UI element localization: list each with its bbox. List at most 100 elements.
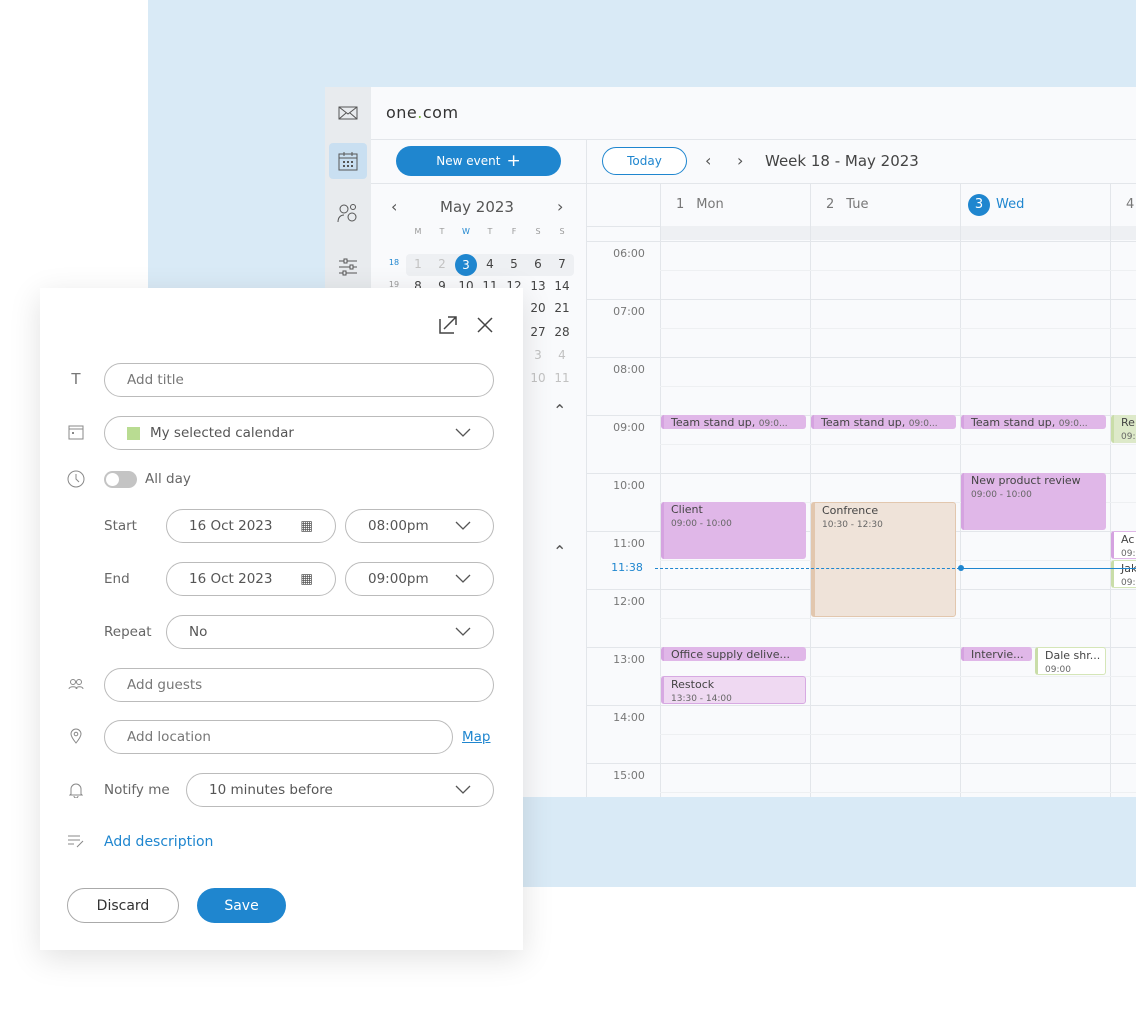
mini-calendar-day[interactable]: 3 — [526, 348, 550, 362]
event-title: New product review — [971, 474, 1081, 487]
current-time-line — [960, 567, 1136, 569]
mail-icon[interactable] — [329, 95, 367, 131]
repeat-select[interactable]: No — [166, 615, 494, 649]
mini-calendar-day[interactable]: 10 — [526, 371, 550, 385]
event-title: Team stand up, — [671, 416, 756, 429]
hour-label: 14:00 — [613, 711, 645, 724]
day-header[interactable]: 4 — [1126, 197, 1136, 212]
chevron-down-icon — [455, 425, 471, 441]
half-hour-line — [660, 386, 1136, 387]
day-number: 1 — [676, 197, 685, 212]
end-date-input[interactable]: 16 Oct 2023 ▦ — [166, 562, 336, 596]
weekday-header: S — [559, 227, 565, 236]
event-title: Re — [1121, 416, 1135, 429]
half-hour-line — [660, 792, 1136, 793]
calendar-event[interactable]: Intervie... — [961, 647, 1032, 661]
day-name: Tue — [846, 197, 869, 212]
mini-calendar-day[interactable]: 5 — [502, 257, 526, 271]
collapse-up-icon[interactable]: ⌃ — [553, 401, 566, 420]
week-number: 18 — [388, 258, 400, 267]
description-icon — [66, 834, 86, 852]
bell-icon — [66, 782, 86, 802]
today-button[interactable]: Today — [602, 147, 687, 175]
hour-line — [586, 705, 1136, 706]
calendar-event[interactable]: Restock 13:30 - 14:00 — [661, 676, 806, 704]
open-external-icon[interactable] — [439, 316, 457, 338]
settings-sliders-icon[interactable] — [329, 249, 367, 285]
location-input[interactable]: Add location — [104, 720, 453, 754]
event-time: 09:00 — [1045, 665, 1071, 675]
start-time-select[interactable]: 08:00pm — [345, 509, 494, 543]
day-number: 3 — [968, 194, 990, 216]
calendar-event[interactable]: Jak09:0 — [1111, 560, 1136, 588]
calendar-select[interactable]: My selected calendar — [104, 416, 494, 450]
calendar-event[interactable]: Team stand up, 09:0... — [661, 415, 806, 429]
calendar-event[interactable]: Re 09:0 — [1111, 415, 1136, 443]
notify-select[interactable]: 10 minutes before — [186, 773, 494, 807]
event-time: 13:30 - 14:00 — [671, 694, 732, 704]
collapse-up-icon[interactable]: ⌃ — [553, 542, 566, 561]
day-header[interactable]: 1 Mon — [676, 197, 724, 212]
hour-label: 10:00 — [613, 479, 645, 492]
mini-calendar-day[interactable]: 2 — [430, 257, 454, 271]
close-icon[interactable] — [477, 317, 493, 337]
guests-input[interactable]: Add guests — [104, 668, 494, 702]
hour-line — [586, 241, 1136, 242]
hour-label: 13:00 — [613, 653, 645, 666]
new-event-dialog: T Add title My selected calendar All day… — [40, 288, 523, 950]
calendar-icon[interactable] — [329, 143, 367, 179]
mini-calendar-day[interactable]: 21 — [550, 301, 574, 315]
add-description-link[interactable]: Add description — [104, 834, 213, 850]
mini-calendar-day[interactable]: 4 — [550, 348, 574, 362]
save-button[interactable]: Save — [197, 888, 286, 923]
title-input[interactable]: Add title — [104, 363, 494, 397]
event-time: 09:0 — [1121, 549, 1136, 559]
event-title: Office supply delive... — [671, 648, 790, 661]
mini-calendar-day[interactable]: 14 — [550, 279, 574, 293]
mini-calendar-day[interactable]: 1 — [406, 257, 430, 271]
mini-calendar-day[interactable]: 27 — [526, 325, 550, 339]
prev-week-button[interactable]: ‹ — [705, 151, 711, 170]
start-date-input[interactable]: 16 Oct 2023 ▦ — [166, 509, 336, 543]
chevron-down-icon — [455, 518, 471, 534]
discard-button[interactable]: Discard — [67, 888, 179, 923]
calendar-event[interactable]: Ac 09:0 — [1111, 531, 1136, 559]
calendar-event[interactable]: Office supply delive... — [661, 647, 806, 661]
event-title: Ac — [1121, 533, 1135, 546]
mini-calendar-day[interactable]: 11 — [550, 371, 574, 385]
calendar-event[interactable]: Confrence 10:30 - 12:30 — [811, 502, 956, 617]
day-number: 2 — [826, 197, 835, 212]
all-day-toggle[interactable] — [104, 471, 137, 488]
mini-calendar-day[interactable]: 6 — [526, 257, 550, 271]
contacts-icon[interactable] — [329, 195, 367, 231]
hour-line — [586, 299, 1136, 300]
next-week-button[interactable]: › — [737, 151, 743, 170]
event-title: Team stand up, — [821, 416, 906, 429]
mini-prev-month-button[interactable]: ‹ — [391, 197, 397, 216]
new-event-button[interactable]: New event + — [396, 146, 561, 176]
mini-calendar-day[interactable]: 7 — [550, 257, 574, 271]
end-time-select[interactable]: 09:00pm — [345, 562, 494, 596]
calendar-event[interactable]: Dale shr... 09:00 — [1035, 647, 1106, 675]
day-header[interactable]: 3 Wed — [968, 194, 1024, 216]
calendar-event[interactable]: Team stand up, 09:0... — [811, 415, 956, 429]
mini-next-month-button[interactable]: › — [557, 197, 563, 216]
end-label: End — [104, 571, 130, 587]
calendar-event[interactable]: Team stand up, 09:0... — [961, 415, 1106, 429]
mini-calendar-day[interactable]: 13 — [526, 279, 550, 293]
mini-calendar-day[interactable]: 4 — [478, 257, 502, 271]
mini-calendar-day[interactable]: 20 — [526, 301, 550, 315]
day-header[interactable]: 2 Tue — [826, 197, 869, 212]
calendar-icon: ▦ — [300, 518, 313, 534]
chevron-down-icon — [455, 571, 471, 587]
calendar-color-swatch — [127, 426, 140, 440]
mini-calendar-day[interactable]: 3 — [455, 254, 477, 276]
calendar-event[interactable]: Client 09:00 - 10:00 — [661, 502, 806, 559]
logo: one.com — [386, 103, 459, 122]
start-label: Start — [104, 518, 137, 534]
day-number: 4 — [1126, 197, 1135, 212]
mini-calendar-day[interactable]: 28 — [550, 325, 574, 339]
calendar-event[interactable]: New product review 09:00 - 10:00 — [961, 473, 1106, 530]
map-link[interactable]: Map — [462, 729, 491, 745]
half-hour-line — [660, 328, 1136, 329]
